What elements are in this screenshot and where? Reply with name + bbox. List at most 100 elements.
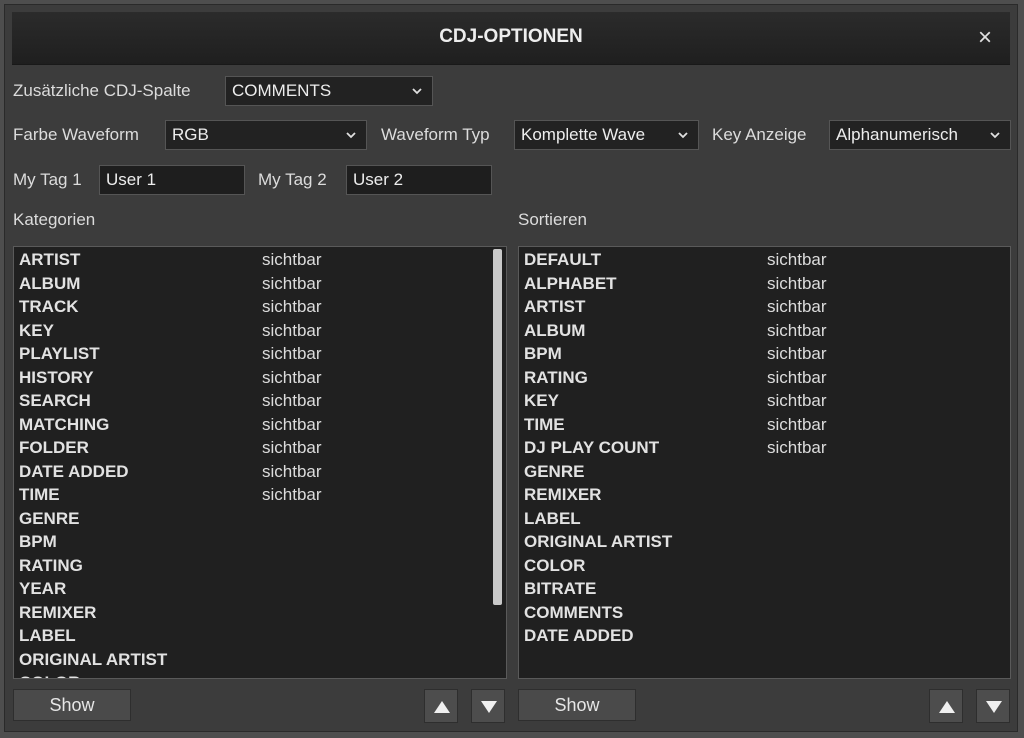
sorting-move-up-button[interactable]: [929, 689, 963, 723]
sorting-list-item[interactable]: DJ PLAY COUNT sichtbar: [519, 437, 1010, 461]
categories-item-status: sichtbar: [262, 438, 322, 457]
categories-list[interactable]: ARTIST sichtbar ALBUM sichtbar TRACK sichtbar…: [13, 246, 507, 679]
sorting-list-item[interactable]: KEY sichtbar: [519, 390, 1010, 414]
sorting-item-name: REMIXER: [524, 485, 602, 504]
sorting-list[interactable]: DEFAULT sichtbar ALPHABET sichtbar ARTIST sic…: [518, 246, 1011, 679]
categories-list-item[interactable]: BPM: [14, 531, 506, 555]
categories-list-item[interactable]: RATING: [14, 555, 506, 579]
categories-list-item[interactable]: MATCHING sichtbar: [14, 414, 506, 438]
my-tag-2-input[interactable]: User 2: [346, 165, 492, 195]
sorting-item-name: COMMENTS: [524, 602, 624, 622]
sorting-list-item[interactable]: GENRE: [519, 461, 1010, 485]
sorting-item-name: LABEL: [524, 508, 581, 528]
sorting-show-button[interactable]: Show: [518, 689, 636, 721]
categories-list-item[interactable]: LABEL: [14, 625, 506, 649]
categories-list-item[interactable]: PLAYLIST sichtbar: [14, 343, 506, 367]
categories-item-name: GENRE: [19, 508, 80, 528]
categories-list-item[interactable]: YEAR: [14, 578, 506, 602]
categories-list-item[interactable]: REMIXER: [14, 602, 506, 626]
sorting-list-item[interactable]: ALBUM sichtbar: [519, 320, 1010, 344]
categories-show-button[interactable]: Show: [13, 689, 131, 721]
dialog-title: CDJ-OPTIONEN: [439, 26, 583, 47]
categories-list-item[interactable]: SEARCH sichtbar: [14, 390, 506, 414]
extra-column-dropdown[interactable]: COMMENTS: [225, 76, 433, 106]
categories-list-item[interactable]: ARTIST sichtbar: [14, 249, 506, 273]
sorting-item-status: sichtbar: [767, 320, 827, 340]
categories-list-item[interactable]: ORIGINAL ARTIST: [14, 649, 506, 673]
sorting-item-name: KEY: [524, 391, 559, 410]
triangle-down-icon: [986, 701, 1002, 713]
categories-item-name: ORIGINAL ARTIST: [19, 649, 168, 669]
sorting-item-status: sichtbar: [767, 344, 827, 363]
categories-list-item[interactable]: COLOR: [14, 672, 506, 678]
sorting-move-down-button[interactable]: [976, 689, 1010, 723]
categories-item-status: sichtbar: [262, 461, 322, 481]
key-display-dropdown[interactable]: Alphanumerisch: [829, 120, 1011, 150]
waveform-type-dropdown[interactable]: Komplette Wave: [514, 120, 699, 150]
sorting-list-item[interactable]: ARTIST sichtbar: [519, 296, 1010, 320]
sorting-item-status: sichtbar: [767, 367, 827, 387]
categories-item-status: sichtbar: [262, 273, 322, 293]
sorting-item-name: ORIGINAL ARTIST: [524, 532, 673, 551]
waveform-type-label: Waveform Typ: [381, 125, 490, 144]
categories-item-name: PLAYLIST: [19, 344, 100, 363]
categories-item-name: COLOR: [19, 673, 80, 678]
categories-item-name: FOLDER: [19, 438, 89, 457]
categories-item-name: REMIXER: [19, 602, 97, 622]
sorting-item-status: sichtbar: [767, 297, 827, 316]
categories-list-item[interactable]: ALBUM sichtbar: [14, 273, 506, 297]
sorting-item-status: sichtbar: [767, 391, 827, 410]
sorting-item-status: sichtbar: [767, 438, 827, 457]
categories-list-item[interactable]: FOLDER sichtbar: [14, 437, 506, 461]
key-display-label: Key Anzeige: [712, 125, 807, 144]
sorting-list-item[interactable]: COLOR: [519, 555, 1010, 579]
sorting-list-item[interactable]: RATING sichtbar: [519, 367, 1010, 391]
triangle-down-icon: [481, 701, 497, 713]
categories-item-name: ARTIST: [19, 250, 81, 269]
sorting-list-item[interactable]: COMMENTS: [519, 602, 1010, 626]
extra-column-value: COMMENTS: [232, 81, 332, 100]
categories-list-item[interactable]: HISTORY sichtbar: [14, 367, 506, 391]
sorting-list-item[interactable]: ORIGINAL ARTIST: [519, 531, 1010, 555]
sorting-item-status: sichtbar: [767, 414, 827, 434]
waveform-color-label: Farbe Waveform: [13, 125, 139, 144]
key-display-value: Alphanumerisch: [836, 125, 958, 144]
categories-move-up-button[interactable]: [424, 689, 458, 723]
categories-item-name: SEARCH: [19, 391, 91, 410]
sorting-list-item[interactable]: LABEL: [519, 508, 1010, 532]
sorting-list-item[interactable]: DEFAULT sichtbar: [519, 249, 1010, 273]
my-tag-1-input[interactable]: User 1: [99, 165, 245, 195]
close-icon[interactable]: ×: [972, 25, 998, 51]
categories-list-item[interactable]: DATE ADDED sichtbar: [14, 461, 506, 485]
categories-item-status: sichtbar: [262, 320, 322, 340]
categories-item-status: sichtbar: [262, 367, 322, 387]
waveform-color-value: RGB: [172, 125, 209, 144]
sorting-item-name: TIME: [524, 414, 565, 434]
categories-list-item[interactable]: KEY sichtbar: [14, 320, 506, 344]
categories-list-item[interactable]: TRACK sichtbar: [14, 296, 506, 320]
categories-list-item[interactable]: GENRE: [14, 508, 506, 532]
sorting-heading: Sortieren: [518, 210, 587, 229]
sorting-item-status: sichtbar: [767, 273, 827, 293]
categories-list-item[interactable]: TIME sichtbar: [14, 484, 506, 508]
sorting-item-name: COLOR: [524, 555, 586, 575]
waveform-color-dropdown[interactable]: RGB: [165, 120, 367, 150]
sorting-list-item[interactable]: BPM sichtbar: [519, 343, 1010, 367]
sorting-item-name: DEFAULT: [524, 250, 602, 269]
categories-item-status: sichtbar: [262, 414, 322, 434]
sorting-list-item[interactable]: REMIXER: [519, 484, 1010, 508]
sorting-list-item[interactable]: BITRATE: [519, 578, 1010, 602]
categories-item-name: LABEL: [19, 626, 76, 645]
sorting-list-item[interactable]: TIME sichtbar: [519, 414, 1010, 438]
categories-move-down-button[interactable]: [471, 689, 505, 723]
sorting-item-name: ALPHABET: [524, 273, 617, 293]
categories-item-name: YEAR: [19, 579, 67, 598]
categories-scrollbar[interactable]: [493, 249, 502, 605]
categories-item-name: DATE ADDED: [19, 461, 129, 481]
categories-item-name: BPM: [19, 532, 57, 551]
categories-item-name: TRACK: [19, 297, 79, 316]
sorting-list-item[interactable]: ALPHABET sichtbar: [519, 273, 1010, 297]
sorting-list-item[interactable]: DATE ADDED: [519, 625, 1010, 649]
categories-item-name: RATING: [19, 555, 83, 575]
chevron-down-icon: [412, 88, 422, 95]
